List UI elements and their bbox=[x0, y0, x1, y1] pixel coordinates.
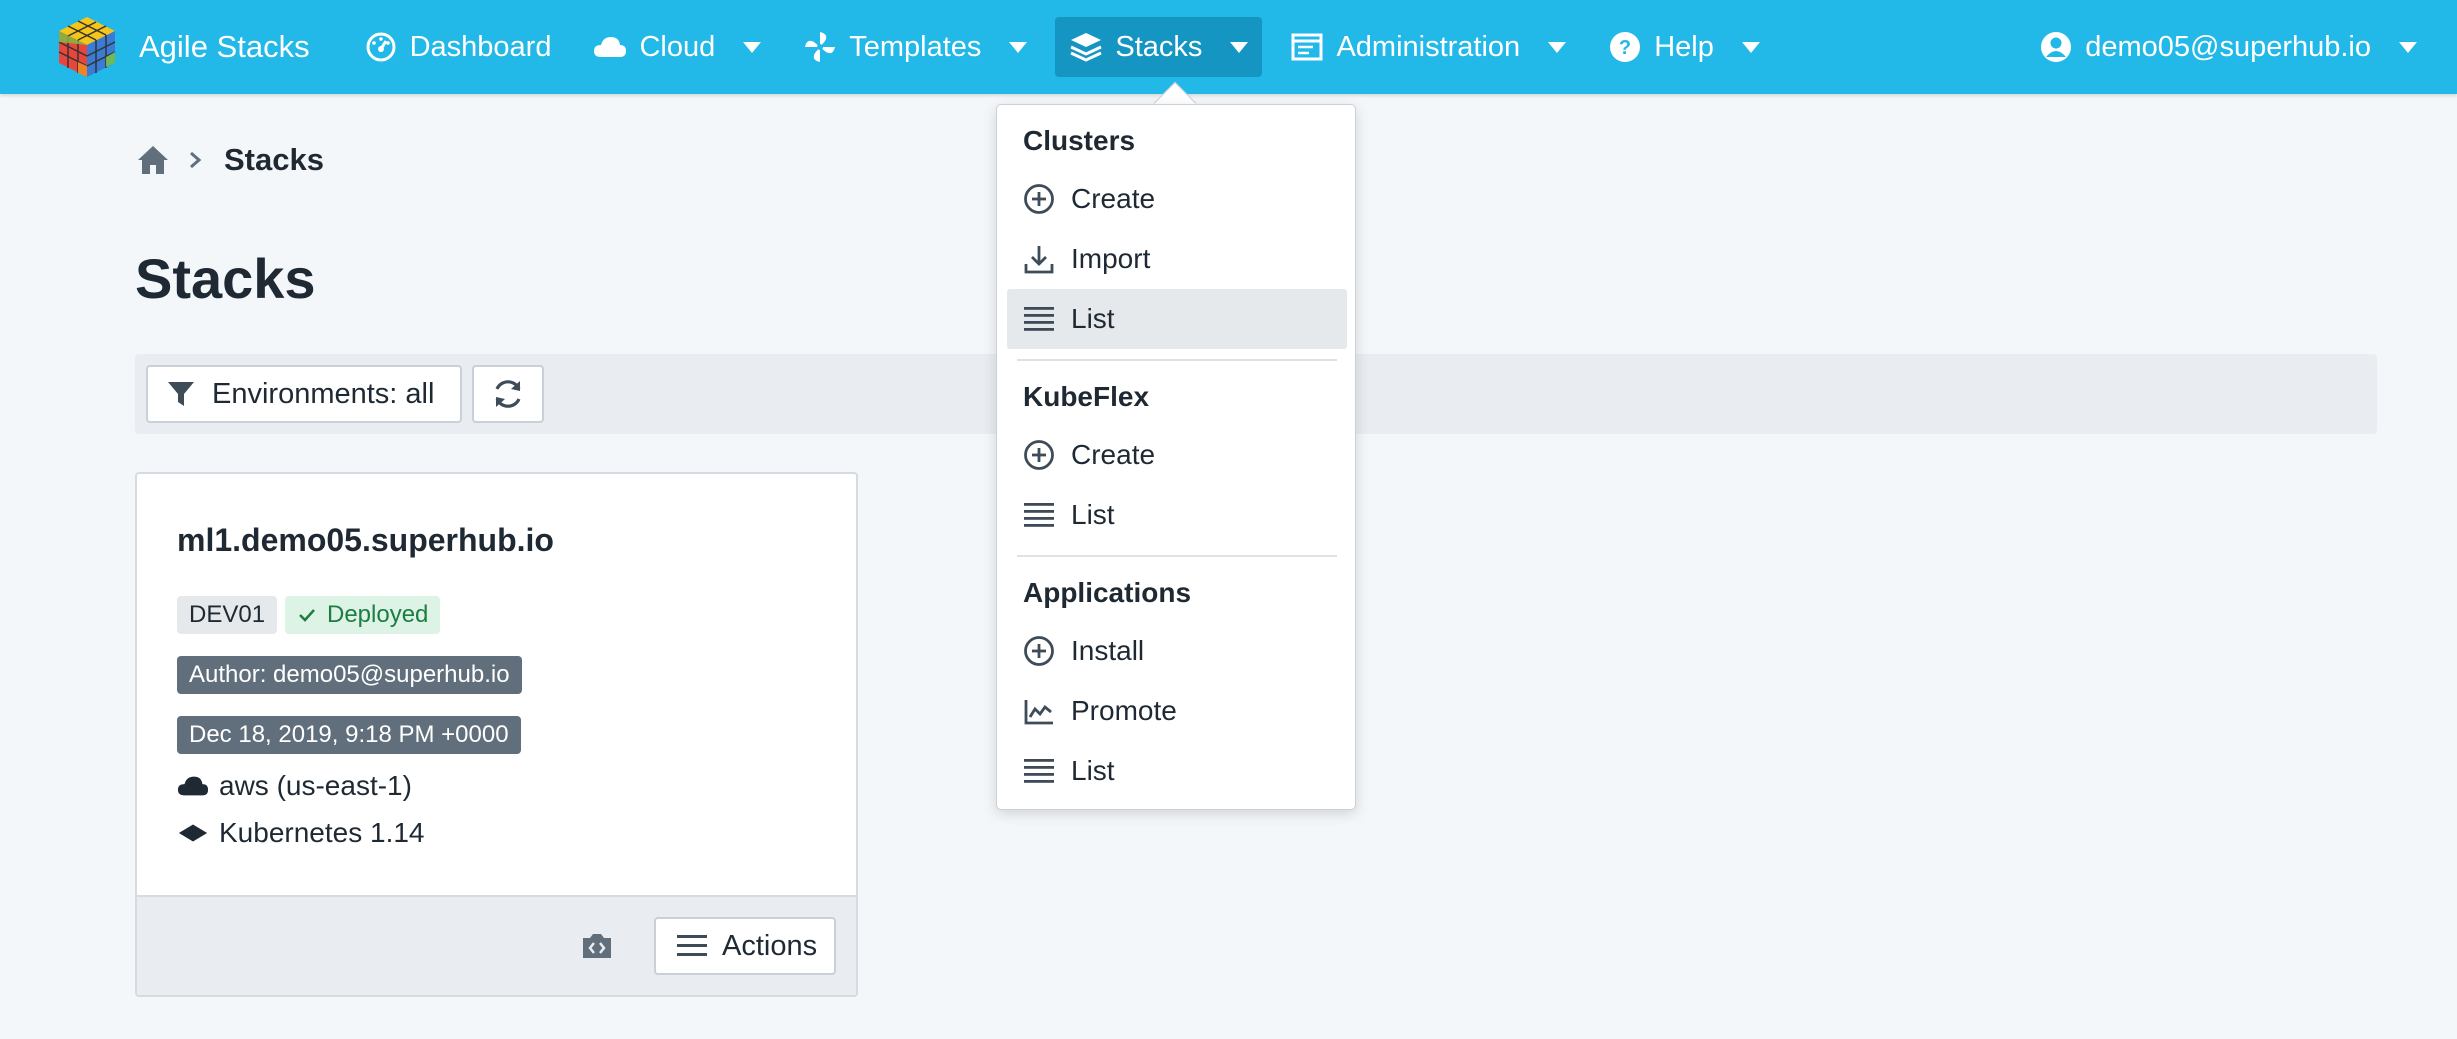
camera-code-icon[interactable] bbox=[580, 931, 614, 961]
menu-divider bbox=[1017, 555, 1337, 557]
actions-button[interactable]: Actions bbox=[654, 917, 836, 975]
nav-dashboard[interactable]: Dashboard bbox=[350, 17, 566, 77]
platform-info: Kubernetes 1.14 bbox=[177, 817, 425, 849]
svg-text:?: ? bbox=[1619, 37, 1631, 59]
nav-administration[interactable]: Administration bbox=[1276, 17, 1580, 77]
plus-circle-icon bbox=[1024, 636, 1054, 666]
list-icon bbox=[1024, 503, 1054, 527]
menu-item-label: Promote bbox=[1071, 695, 1177, 726]
nav-user-menu[interactable]: demo05@superhub.io bbox=[2025, 17, 2431, 77]
kubernetes-diamond-icon bbox=[178, 824, 208, 842]
help-question-icon: ? bbox=[1608, 30, 1642, 64]
menu-item-clusters-create[interactable]: Create bbox=[1007, 169, 1347, 229]
brand-name: Agile Stacks bbox=[139, 29, 310, 64]
chevron-right-icon bbox=[190, 151, 202, 169]
home-icon[interactable] bbox=[136, 143, 170, 177]
brand[interactable]: Agile Stacks bbox=[55, 15, 310, 79]
status-label: Deployed bbox=[327, 601, 429, 628]
checkmark-icon bbox=[299, 609, 315, 622]
stacks-dropdown-menu: Clusters Create Import List KubeFlex Cre… bbox=[996, 104, 1356, 810]
platform-label: Kubernetes 1.14 bbox=[219, 817, 425, 848]
nav-cloud[interactable]: Cloud bbox=[579, 17, 775, 77]
menu-item-label: List bbox=[1071, 303, 1115, 334]
menu-item-label: List bbox=[1071, 499, 1115, 530]
chevron-down-icon[interactable] bbox=[1230, 41, 1249, 53]
nav-stacks[interactable]: Stacks bbox=[1055, 17, 1263, 77]
menu-item-label: Install bbox=[1071, 635, 1145, 666]
chevron-down-icon[interactable] bbox=[1548, 41, 1567, 53]
breadcrumb: Stacks bbox=[136, 142, 324, 178]
dashboard-gauge-icon bbox=[364, 30, 398, 64]
menu-item-kubeflex-create[interactable]: Create bbox=[1007, 425, 1347, 485]
menu-heading-clusters: Clusters bbox=[1023, 125, 1136, 156]
nav-stacks-label: Stacks bbox=[1115, 30, 1203, 63]
top-navbar: Agile Stacks Dashboard Cloud Templates S… bbox=[0, 0, 2457, 94]
menu-item-applications-install[interactable]: Install bbox=[1007, 621, 1347, 681]
layers-icon bbox=[1069, 30, 1103, 64]
chevron-down-icon[interactable] bbox=[1741, 41, 1760, 53]
user-avatar-icon bbox=[2039, 30, 2073, 64]
nav-user-label: demo05@superhub.io bbox=[2085, 30, 2371, 63]
nav-administration-label: Administration bbox=[1336, 30, 1521, 63]
date-badge: Dec 18, 2019, 9:18 PM +0000 bbox=[177, 716, 521, 754]
stack-card: ml1.demo05.superhub.io DEV01 Deployed Au… bbox=[135, 472, 858, 997]
menu-divider bbox=[1017, 359, 1337, 361]
actions-label: Actions bbox=[722, 929, 818, 962]
nav-dashboard-label: Dashboard bbox=[409, 30, 552, 63]
rubiks-cube-logo-icon bbox=[58, 17, 116, 77]
nav-help[interactable]: ? Help bbox=[1594, 17, 1774, 77]
chevron-down-icon[interactable] bbox=[1009, 41, 1028, 53]
environments-filter-label: Environments: all bbox=[212, 377, 435, 410]
chevron-down-icon[interactable] bbox=[2399, 41, 2417, 53]
cloud-icon bbox=[177, 776, 209, 796]
download-icon bbox=[1024, 246, 1054, 274]
refresh-icon bbox=[495, 380, 521, 408]
menu-heading-applications: Applications bbox=[1023, 577, 1192, 608]
menu-item-label: List bbox=[1071, 755, 1115, 786]
nav-templates-label: Templates bbox=[849, 30, 982, 63]
chevron-down-icon[interactable] bbox=[743, 41, 762, 53]
status-badge: Deployed bbox=[285, 596, 441, 634]
nav-templates[interactable]: Templates bbox=[789, 17, 1041, 77]
menu-item-label: Create bbox=[1071, 439, 1156, 470]
hamburger-menu-icon bbox=[677, 935, 707, 956]
stack-name[interactable]: ml1.demo05.superhub.io bbox=[177, 522, 554, 559]
card-footer: Actions bbox=[137, 895, 856, 995]
nav-cloud-label: Cloud bbox=[639, 30, 716, 63]
menu-item-label: Import bbox=[1071, 243, 1151, 274]
refresh-button[interactable] bbox=[472, 365, 544, 423]
list-icon bbox=[1024, 759, 1054, 783]
admin-panel-icon bbox=[1290, 30, 1324, 64]
menu-item-kubeflex-list[interactable]: List bbox=[1007, 485, 1347, 545]
area-chart-icon bbox=[1024, 700, 1053, 725]
nav-help-label: Help bbox=[1654, 30, 1714, 63]
page-title: Stacks bbox=[135, 247, 316, 310]
list-icon bbox=[1024, 307, 1054, 331]
menu-item-clusters-import[interactable]: Import bbox=[1007, 229, 1347, 289]
environments-filter-button[interactable]: Environments: all bbox=[146, 365, 462, 423]
plus-circle-icon bbox=[1024, 184, 1054, 214]
breadcrumb-current: Stacks bbox=[224, 142, 324, 177]
menu-item-applications-list[interactable]: List bbox=[1007, 741, 1347, 801]
menu-item-clusters-list[interactable]: List bbox=[1007, 289, 1347, 349]
plus-circle-icon bbox=[1024, 440, 1054, 470]
cloud-label: aws (us-east-1) bbox=[219, 770, 412, 801]
menu-heading-kubeflex: KubeFlex bbox=[1023, 381, 1150, 412]
cloud-info: aws (us-east-1) bbox=[177, 770, 412, 802]
author-badge: Author: demo05@superhub.io bbox=[177, 656, 522, 694]
menu-item-applications-promote[interactable]: Promote bbox=[1007, 681, 1347, 741]
templates-pinwheel-icon bbox=[803, 30, 837, 64]
environment-badge: DEV01 bbox=[177, 596, 278, 634]
filter-funnel-icon bbox=[168, 382, 194, 406]
cloud-icon bbox=[593, 30, 627, 64]
menu-item-label: Create bbox=[1071, 183, 1156, 214]
